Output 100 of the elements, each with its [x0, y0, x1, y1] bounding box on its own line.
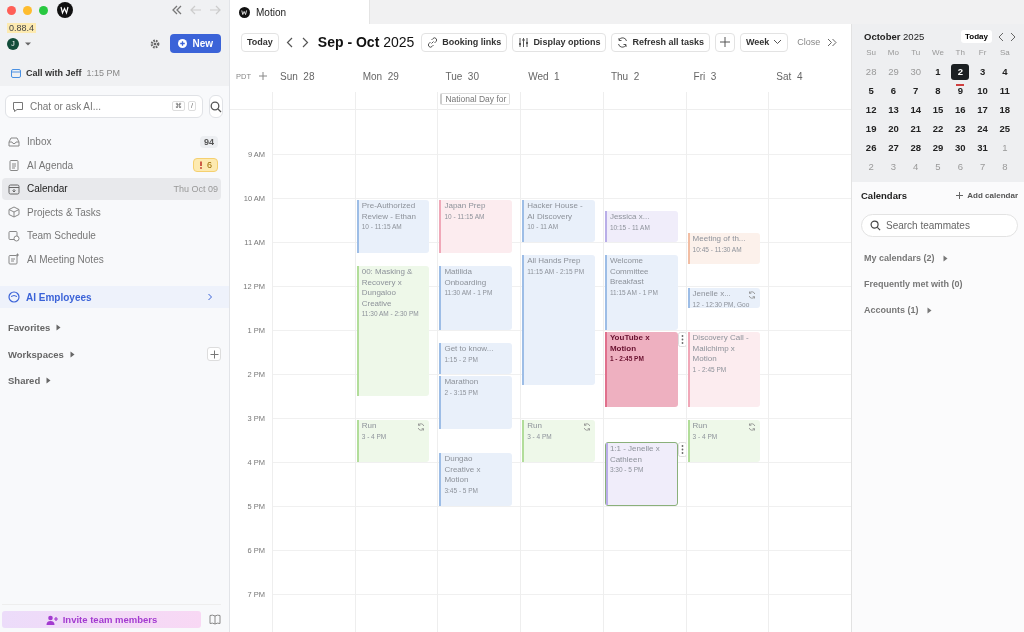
notes-icon [8, 253, 20, 266]
date-cell[interactable]: 3 [973, 64, 992, 80]
day-header: Mon 29 [362, 70, 399, 82]
add-timezone-icon[interactable] [259, 72, 267, 80]
date-cell[interactable]: 14 [906, 102, 925, 118]
new-button[interactable]: New [170, 34, 221, 53]
toolbar-button[interactable]: Refresh all tasks [611, 32, 710, 52]
event-title: Discovery Call - Mailchimp x Motion [692, 333, 750, 365]
next-icon[interactable] [1010, 31, 1016, 42]
weekday-label: Su [865, 48, 878, 59]
date-cell[interactable]: 29 [929, 140, 947, 156]
date-cell[interactable]: 12 [862, 102, 881, 118]
close-button[interactable]: Close [793, 37, 821, 47]
book-icon[interactable] [209, 614, 221, 625]
weekday-label: Sa [998, 48, 1011, 59]
plus-icon [719, 37, 730, 47]
date-cell[interactable]: 11 [995, 83, 1014, 99]
app-logo-icon [57, 2, 73, 18]
collapse-panel-icon[interactable] [827, 37, 838, 47]
nav-item[interactable]: Inbox 94 [2, 131, 221, 153]
calendar-group[interactable]: My calendars (2) [861, 253, 1018, 263]
date-cell[interactable]: 22 [929, 121, 947, 137]
date-cell[interactable]: 27 [884, 140, 903, 156]
today-button[interactable]: Today [241, 32, 279, 52]
nav-label: Calendar [27, 183, 69, 195]
section-title: Calendars [861, 190, 907, 201]
upcoming-event-time: 1:15 PM [86, 68, 121, 78]
section-header[interactable]: Favorites [8, 322, 62, 333]
date-cell[interactable]: 30 [951, 140, 970, 156]
search-button[interactable] [209, 95, 223, 118]
calendar-group[interactable]: Accounts (1) [861, 305, 1018, 315]
date-cell[interactable]: 6 [884, 83, 903, 99]
chat-icon [12, 101, 24, 113]
calendar-icon [11, 68, 21, 78]
event-title: Hacker House - AI Discovery [527, 201, 584, 222]
view-dropdown[interactable]: Week [739, 32, 789, 52]
date-cell[interactable]: 7 [906, 83, 925, 99]
date-cell[interactable]: 18 [995, 102, 1014, 118]
date-cell[interactable]: 17 [973, 102, 992, 118]
app-tab[interactable]: Motion [230, 0, 370, 24]
date-cell[interactable]: 19 [862, 121, 881, 137]
search-field[interactable]: Search teammates [861, 214, 1018, 237]
add-calendar-button[interactable]: Add calendar [956, 191, 1018, 200]
event-title: 00: Masking & Recovery x Dungaloo Creative [361, 267, 414, 309]
date-cell[interactable]: 9 [951, 83, 970, 99]
event-title: Meeting of th... [692, 234, 747, 245]
all-day-event[interactable]: National Day for [440, 93, 511, 105]
toolbar-button[interactable]: Booking links [421, 32, 508, 52]
today-button[interactable]: Today [961, 30, 992, 43]
event-title: 1:1 - Jenelle x Cathleen [609, 444, 661, 465]
date-cell[interactable]: 24 [973, 121, 992, 137]
nav-item[interactable]: AI Agenda 6 [2, 154, 221, 176]
event-title: Run [692, 421, 709, 432]
settings-icon[interactable] [149, 37, 162, 50]
sliders-icon [518, 36, 530, 48]
date-cell[interactable]: 2 [951, 64, 970, 80]
add-button[interactable] [207, 347, 221, 361]
close-window-icon[interactable] [7, 5, 16, 15]
date-cell[interactable]: 16 [951, 102, 970, 118]
next-icon[interactable] [301, 36, 309, 48]
collapse-sidebar-icon[interactable] [171, 5, 183, 15]
more-icon[interactable] [677, 332, 687, 347]
invite-button[interactable]: Invite team members [2, 611, 201, 628]
date-cell[interactable]: 20 [884, 121, 903, 137]
previous-icon[interactable] [998, 31, 1004, 42]
plus-icon [956, 192, 964, 199]
calendar-group[interactable]: Frequently met with (0) [861, 279, 1018, 289]
date-cell[interactable]: 10 [973, 83, 992, 99]
date-cell[interactable]: 25 [995, 121, 1014, 137]
event-title: Get to know... [444, 344, 495, 355]
ai-employees-item[interactable]: AI Employees [0, 286, 229, 308]
ai-employees-label: AI Employees [26, 291, 93, 303]
caret-icon [926, 306, 932, 314]
date-cell[interactable]: 21 [906, 121, 925, 137]
upcoming-event-title[interactable]: Call with Jeff [26, 68, 82, 78]
date-cell[interactable]: 1 [929, 64, 947, 80]
weekday-label: We [931, 48, 945, 59]
date-cell[interactable]: 31 [973, 140, 992, 156]
caret-icon [942, 254, 948, 262]
event-title: Dungao Creative x Motion [444, 454, 482, 486]
date-cell[interactable]: 13 [884, 102, 903, 118]
section-header[interactable]: Workspaces [8, 348, 75, 360]
date-cell[interactable]: 4 [995, 64, 1014, 80]
date-cell[interactable]: 28 [906, 140, 925, 156]
previous-icon[interactable] [285, 36, 293, 48]
nav-item[interactable]: Calendar Thu Oct 09 [2, 178, 221, 200]
caret-icon[interactable] [24, 40, 32, 47]
nav-item[interactable]: Projects & Tasks [2, 201, 221, 223]
nav-item[interactable]: AI Meeting Notes [2, 248, 221, 270]
nav-item[interactable]: Team Schedule [2, 225, 221, 247]
event-title: YouTube x Motion [609, 333, 651, 354]
nav-label: Inbox [27, 136, 53, 148]
date-cell[interactable]: 5 [862, 83, 881, 99]
date-cell[interactable]: 23 [951, 121, 970, 137]
date-cell[interactable]: 8 [929, 83, 947, 99]
date-cell[interactable]: 26 [862, 140, 881, 156]
section-header[interactable]: Shared [8, 375, 52, 386]
date-cell[interactable]: 15 [929, 102, 947, 118]
toolbar-button[interactable]: Display options [512, 32, 607, 52]
more-icon[interactable] [677, 442, 687, 457]
